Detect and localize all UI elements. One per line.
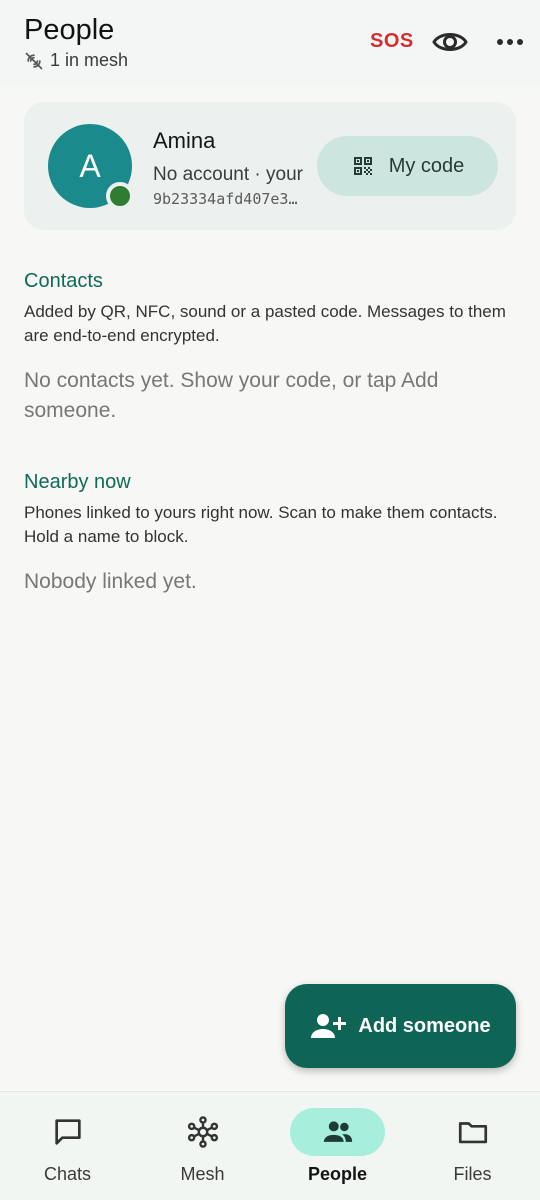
mesh-off-icon [25,52,43,69]
online-status-dot [106,182,134,210]
nearby-description: Phones linked to yours right now. Scan t… [24,503,498,546]
add-someone-button[interactable]: Add someone [285,984,516,1068]
visibility-button[interactable] [430,24,470,60]
folder-icon [458,1122,487,1144]
more-options-button[interactable] [492,26,528,58]
contacts-description: Added by QR, NFC, sound or a pasted code… [24,302,506,345]
mesh-icon [187,1116,218,1148]
my-code-label: My code [388,154,465,177]
profile-name: Amina [153,128,216,153]
profile-card[interactable]: A Amina No account · your 9b23334afd407e… [24,102,516,230]
nearby-heading: Nearby now [24,471,131,493]
nav-label-files: Files [453,1164,492,1184]
nav-pill-files [425,1108,520,1156]
page-title: People [24,14,115,46]
contacts-heading: Contacts [24,270,103,292]
nav-pill-chats [20,1108,115,1156]
nav-label-people: People [307,1164,368,1184]
mesh-status: 1 in mesh [24,50,128,71]
people-icon [323,1121,352,1142]
nav-item-mesh[interactable]: Mesh [135,1092,270,1200]
chat-icon [54,1119,81,1145]
nav-item-files[interactable]: Files [405,1092,540,1200]
bottom-navigation: Chats Mesh People Files [0,1091,540,1200]
nav-item-people[interactable]: People [270,1092,405,1200]
profile-id: 9b23334afd407e3… [153,190,298,208]
eye-icon [432,33,468,51]
people-screen: People 1 in mesh SOS A Amina No account … [0,0,540,1200]
my-code-button[interactable]: My code [317,136,498,196]
nav-item-chats[interactable]: Chats [0,1092,135,1200]
sos-button[interactable]: SOS [370,30,414,53]
nearby-empty-message: Nobody linked yet. [24,570,197,593]
qr-code-icon [353,157,372,175]
app-header: People 1 in mesh SOS [0,0,540,86]
nav-pill-people [290,1108,385,1156]
more-icon [497,39,523,45]
profile-status: No account · your [153,164,303,185]
nav-label-chats: Chats [43,1164,92,1184]
add-person-icon [311,1014,347,1038]
contacts-empty-message: No contacts yet. Show your code, or tap … [24,369,439,422]
nav-label-mesh: Mesh [180,1164,225,1184]
nav-pill-mesh [155,1108,250,1156]
add-someone-label: Add someone [358,1014,491,1037]
mesh-status-text: 1 in mesh [50,50,129,70]
